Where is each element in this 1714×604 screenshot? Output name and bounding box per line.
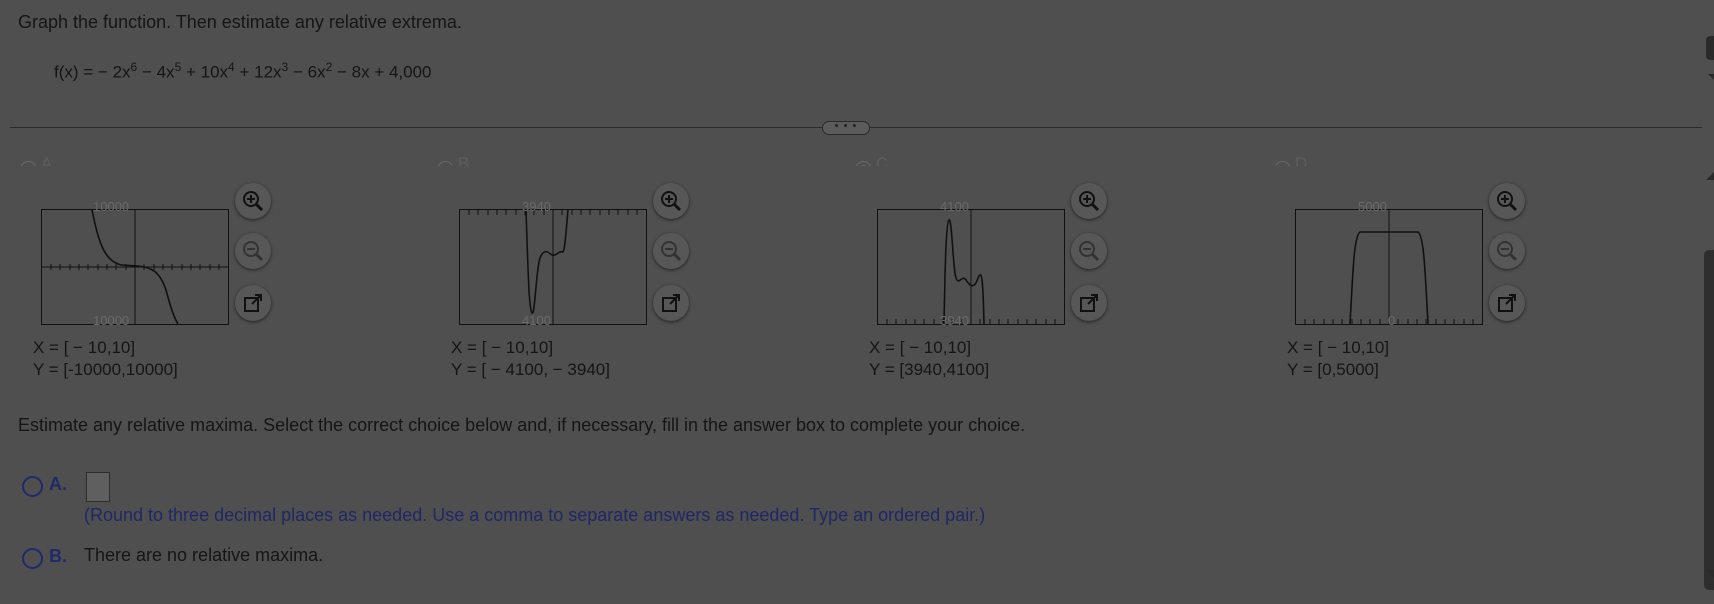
x-range: X = [ − 10,10] <box>869 338 972 357</box>
choice-b-header[interactable]: B. <box>437 154 474 166</box>
term: − 2x <box>97 62 131 82</box>
x-range: X = [ − 10,10] <box>451 338 554 357</box>
radio-d[interactable] <box>1274 161 1291 166</box>
y-range: Y = [-10000,10000] <box>33 360 178 379</box>
graph-c <box>877 209 1065 325</box>
popout-button[interactable] <box>235 285 271 321</box>
external-link-icon <box>244 294 262 312</box>
choice-label: D. <box>1295 154 1312 166</box>
zoom-in-icon <box>1079 191 1100 212</box>
scroll-down-icon[interactable] <box>1708 74 1714 80</box>
graph-d-top-tick: 5000 <box>1358 199 1387 214</box>
graph-d-bottom-tick: 0 <box>1388 313 1396 328</box>
radio-b[interactable] <box>437 161 454 166</box>
term: − 4x <box>137 62 175 82</box>
option-a-letter: A. <box>49 474 67 494</box>
graph-a-range: X = [ − 10,10] Y = [-10000,10000] <box>33 337 178 381</box>
vertical-scrollbar[interactable] <box>1704 250 1714 590</box>
term: + 10x <box>181 62 229 82</box>
graph-a-bottom-tick: 10000 <box>93 313 130 328</box>
external-link-icon <box>662 294 680 312</box>
zoom-out-icon <box>243 241 264 262</box>
choice-label: A. <box>41 154 58 166</box>
choice-label: B. <box>458 154 475 166</box>
zoom-out-icon <box>1079 241 1100 262</box>
zoom-in-icon <box>661 191 682 212</box>
option-b-letter: B. <box>49 546 67 566</box>
zoom-in-button[interactable] <box>653 183 689 219</box>
term: − 8x + 4,000 <box>332 62 432 82</box>
zoom-out-button[interactable] <box>1071 233 1107 269</box>
x-range: X = [ − 10,10] <box>33 338 136 357</box>
radio-c-selected[interactable] <box>855 161 872 166</box>
choice-a-header[interactable]: A. <box>20 154 57 166</box>
scroll-up-icon[interactable] <box>1706 172 1714 180</box>
scroll-handle-top[interactable] <box>1706 36 1714 60</box>
zoom-out-icon <box>1497 241 1518 262</box>
option-b-radio[interactable] <box>22 548 43 569</box>
external-link-icon <box>1080 294 1098 312</box>
exponent: 4 <box>228 60 235 74</box>
y-range: Y = [3940,4100] <box>869 360 990 379</box>
choice-label: C. <box>876 154 893 166</box>
term: − 6x <box>288 62 326 82</box>
graph-b-top-tick: 3940 <box>522 199 551 214</box>
question-prompt: Graph the function. Then estimate any re… <box>18 12 462 32</box>
graph-b-range: X = [ − 10,10] Y = [ − 4100, − 3940] <box>451 337 610 381</box>
zoom-in-button[interactable] <box>235 183 271 219</box>
term: + 12x <box>234 62 282 82</box>
graph-c-bottom-tick: 3940 <box>940 313 969 328</box>
choice-c-header[interactable]: C. <box>855 154 893 166</box>
zoom-in-icon <box>1497 191 1518 212</box>
graph-c-top-tick: 4100 <box>940 199 969 214</box>
graph-b <box>459 209 647 325</box>
popout-button[interactable] <box>1071 285 1107 321</box>
zoom-out-button[interactable] <box>235 233 271 269</box>
popout-button[interactable] <box>1489 285 1525 321</box>
choice-d-header[interactable]: D. <box>1274 154 1312 166</box>
function-lhs: f(x) = <box>54 62 98 82</box>
resize-handle[interactable]: • • • <box>822 121 870 135</box>
y-range: Y = [ − 4100, − 3940] <box>451 360 610 379</box>
graph-a <box>41 209 229 325</box>
zoom-out-icon <box>661 241 682 262</box>
graph-d-range: X = [ − 10,10] Y = [0,5000] <box>1287 337 1389 381</box>
zoom-in-button[interactable] <box>1071 183 1107 219</box>
x-range: X = [ − 10,10] <box>1287 338 1390 357</box>
option-b-text: There are no relative maxima. <box>84 545 324 565</box>
graph-d <box>1295 209 1483 325</box>
maxima-prompt: Estimate any relative maxima. Select the… <box>18 415 1026 435</box>
zoom-in-button[interactable] <box>1489 183 1525 219</box>
function-expression: f(x) = − 2x6 − 4x5 + 10x4 + 12x3 − 6x2 −… <box>54 60 432 83</box>
answer-hint: (Round to three decimal places as needed… <box>84 505 986 525</box>
external-link-icon <box>1498 294 1516 312</box>
graph-b-bottom-tick: 4100 <box>522 313 551 328</box>
zoom-out-button[interactable] <box>1489 233 1525 269</box>
graph-a-top-tick: 10000 <box>93 199 130 214</box>
option-a-radio[interactable] <box>22 476 43 497</box>
zoom-in-icon <box>243 191 264 212</box>
graph-c-range: X = [ − 10,10] Y = [3940,4100] <box>869 337 989 381</box>
zoom-out-button[interactable] <box>653 233 689 269</box>
answer-input[interactable] <box>86 472 110 502</box>
popout-button[interactable] <box>653 285 689 321</box>
radio-a[interactable] <box>20 161 37 166</box>
scroll-down-icon[interactable] <box>1706 570 1714 578</box>
y-range: Y = [0,5000] <box>1287 360 1379 379</box>
